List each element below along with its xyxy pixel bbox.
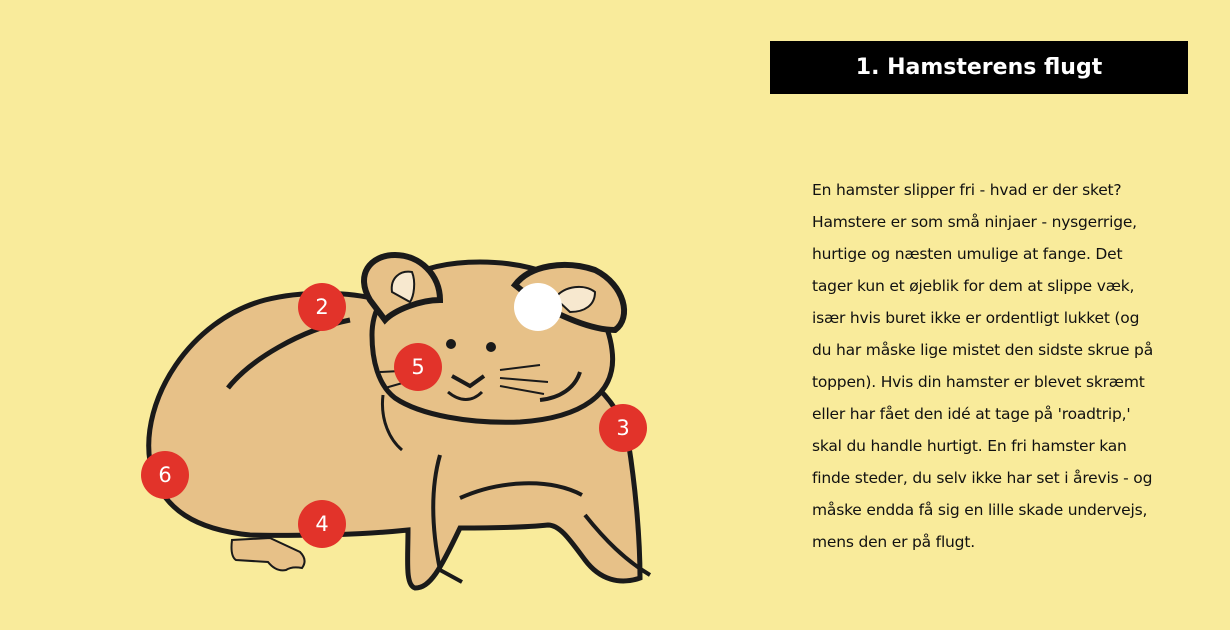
hotspot-4[interactable]: 4 <box>298 500 346 548</box>
hotspot-6[interactable]: 6 <box>141 451 189 499</box>
hotspot-2[interactable]: 2 <box>298 283 346 331</box>
hotspot-5[interactable]: 5 <box>394 343 442 391</box>
hamster-illustration <box>146 251 652 591</box>
section-title-bar: 1. Hamsterens flugt <box>770 41 1188 94</box>
hotspot-label: 6 <box>158 463 172 487</box>
section-body-text: En hamster slipper fri - hvad er der ske… <box>812 181 1153 551</box>
hotspot-3[interactable]: 3 <box>599 404 647 452</box>
hotspot-label: 3 <box>616 416 630 440</box>
hotspot-label: 2 <box>315 295 329 319</box>
hotspot-1-active[interactable] <box>514 283 562 331</box>
stage: 2 3 4 5 6 1. Hamsterens flugt En hamster… <box>0 0 1230 630</box>
hotspot-label: 4 <box>315 512 329 536</box>
hotspot-label: 5 <box>411 355 425 379</box>
section-title: 1. Hamsterens flugt <box>855 55 1103 80</box>
